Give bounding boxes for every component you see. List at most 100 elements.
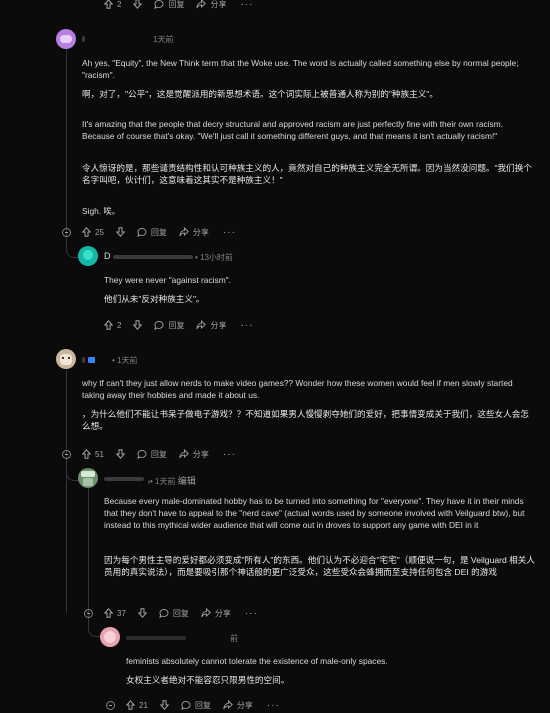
downvote-button[interactable] <box>133 0 143 9</box>
avatar[interactable] <box>56 349 76 369</box>
reply-label: 回复 <box>172 608 189 618</box>
collapse-icon[interactable] <box>62 228 71 237</box>
more-icon[interactable]: ··· <box>223 227 236 238</box>
timestamp: • 13小时前 <box>195 253 233 262</box>
comment-actions: 2 回复 分享 ··· <box>104 318 253 332</box>
reply-icon <box>137 450 147 459</box>
comment-text-en: Ah yes, "Equity", the New Think term tha… <box>82 58 519 81</box>
comment-text: Sigh. 唉。 <box>82 206 121 216</box>
downvote-icon <box>115 449 125 459</box>
upvote-icon <box>82 227 91 237</box>
share-button[interactable]: 分享 <box>201 608 231 619</box>
timestamp: 前 <box>230 634 238 643</box>
reply-label: 回复 <box>194 700 211 710</box>
share-icon <box>179 227 189 237</box>
vote-count: 2 <box>117 0 122 9</box>
comment-text-en: It's amazing that the people that decry … <box>82 119 504 142</box>
downvote-button[interactable] <box>115 227 125 237</box>
share-button[interactable]: 分享 <box>223 700 253 711</box>
reply-icon <box>154 0 164 9</box>
upvote-button[interactable]: 37 <box>104 608 126 618</box>
downvote-button[interactable] <box>159 700 169 710</box>
upvote-button[interactable]: 51 <box>82 449 104 459</box>
upvote-button[interactable]: 2 <box>104 320 121 330</box>
avatar[interactable] <box>100 627 120 647</box>
comment-actions: 37 回复 分享 ··· <box>104 606 258 620</box>
upvote-button[interactable]: 2 <box>104 0 121 9</box>
downvote-icon <box>115 227 125 237</box>
share-icon <box>201 608 211 618</box>
comment-text-en: They were never "against racism". <box>104 275 231 285</box>
comment-actions: 25 回复 分享 ··· <box>82 225 236 239</box>
more-icon[interactable]: ··· <box>245 608 258 619</box>
share-button[interactable]: 分享 <box>179 227 209 238</box>
vote-count: 2 <box>117 320 122 330</box>
timestamp: • 1天前 <box>112 356 138 365</box>
share-label: 分享 <box>192 449 209 459</box>
avatar[interactable] <box>78 468 98 488</box>
vote-count: 25 <box>95 227 104 237</box>
more-icon[interactable]: ··· <box>240 320 253 331</box>
username[interactable] <box>104 473 144 483</box>
downvote-button[interactable] <box>133 320 143 330</box>
vote-count: 51 <box>95 449 104 459</box>
top-action-bar: 2 回复 分享 ··· <box>104 0 253 11</box>
collapse-icon[interactable] <box>106 701 115 710</box>
reply-label: 回复 <box>150 227 167 237</box>
share-label: 分享 <box>192 227 209 237</box>
reply-icon <box>137 228 147 237</box>
reply-icon <box>181 701 191 710</box>
username[interactable] <box>126 632 186 642</box>
comment-actions: 21 回复 分享 ··· <box>126 698 280 712</box>
comment-text-en: why tf can't they just allow nerds to ma… <box>82 378 513 401</box>
comment-text-zh: ，为什么他们不能让书呆子做电子游戏？？不知道如果男人慢慢剥夺她们的爱好，把事情变… <box>82 409 529 432</box>
reply-button[interactable]: 回复 <box>181 700 211 711</box>
share-button[interactable]: 分享 <box>179 449 209 460</box>
reply-label: 回复 <box>168 0 185 9</box>
share-icon <box>179 449 189 459</box>
upvote-icon <box>104 608 113 618</box>
collapse-icon[interactable] <box>62 450 71 459</box>
avatar[interactable] <box>56 29 76 49</box>
more-icon[interactable]: ··· <box>240 0 253 10</box>
downvote-icon <box>137 608 147 618</box>
reply-button[interactable]: 回复 <box>154 320 184 331</box>
comment-text-zh: 他们从未"反对种族主义"。 <box>104 294 205 304</box>
comment-text-zh: 啊，对了，"公平"，这是觉醒派用的新思想术语。这个词实际上被普通人称为别的"种族… <box>82 89 438 99</box>
reply-button[interactable]: 回复 <box>159 608 189 619</box>
username[interactable] <box>82 354 95 364</box>
reply-button[interactable]: 回复 <box>154 0 184 10</box>
more-icon[interactable]: ··· <box>223 449 236 460</box>
reply-button[interactable]: 回复 <box>137 227 167 238</box>
upvote-button[interactable]: 21 <box>126 700 148 710</box>
share-button[interactable]: 分享 <box>196 320 226 331</box>
comment-text-en: Because every male-dominated hobby has t… <box>104 496 525 531</box>
reply-icon <box>154 321 164 330</box>
more-icon[interactable]: ··· <box>267 700 280 711</box>
vote-count: 21 <box>139 700 148 710</box>
upvote-button[interactable]: 25 <box>82 227 104 237</box>
edited-label: 编辑 <box>177 476 196 486</box>
downvote-icon <box>159 700 169 710</box>
collapse-icon[interactable] <box>84 609 93 618</box>
timestamp: • 1天前 编辑 <box>148 476 196 486</box>
vote-count: 37 <box>117 608 126 618</box>
comment-text-zh: 因为每个男性主导的爱好都必须变成"所有人"的东西。他们认为不必迎合"宅宅"（顺便… <box>104 555 535 578</box>
downvote-icon <box>133 320 143 330</box>
comment-text-zh: 女权主义者绝对不能容忍只限男性的空间。 <box>126 675 290 685</box>
timestamp: 1天前 <box>153 35 174 44</box>
share-button[interactable]: 分享 <box>196 0 226 10</box>
reply-label: 回复 <box>150 449 167 459</box>
downvote-button[interactable] <box>115 449 125 459</box>
share-label: 分享 <box>210 320 227 330</box>
reply-button[interactable]: 回复 <box>137 449 167 460</box>
share-icon <box>196 0 207 9</box>
downvote-button[interactable] <box>137 608 147 618</box>
comment-text-zh: 令人惊讶的是，那些谴责结构性和认可种族主义的人，竟然对自己的种族主义完全无所谓。… <box>82 163 532 186</box>
username[interactable] <box>82 33 85 43</box>
downvote-icon <box>133 0 143 9</box>
avatar[interactable] <box>78 246 98 266</box>
upvote-icon <box>82 449 91 459</box>
share-icon <box>223 700 233 710</box>
username[interactable]: D <box>104 251 194 261</box>
